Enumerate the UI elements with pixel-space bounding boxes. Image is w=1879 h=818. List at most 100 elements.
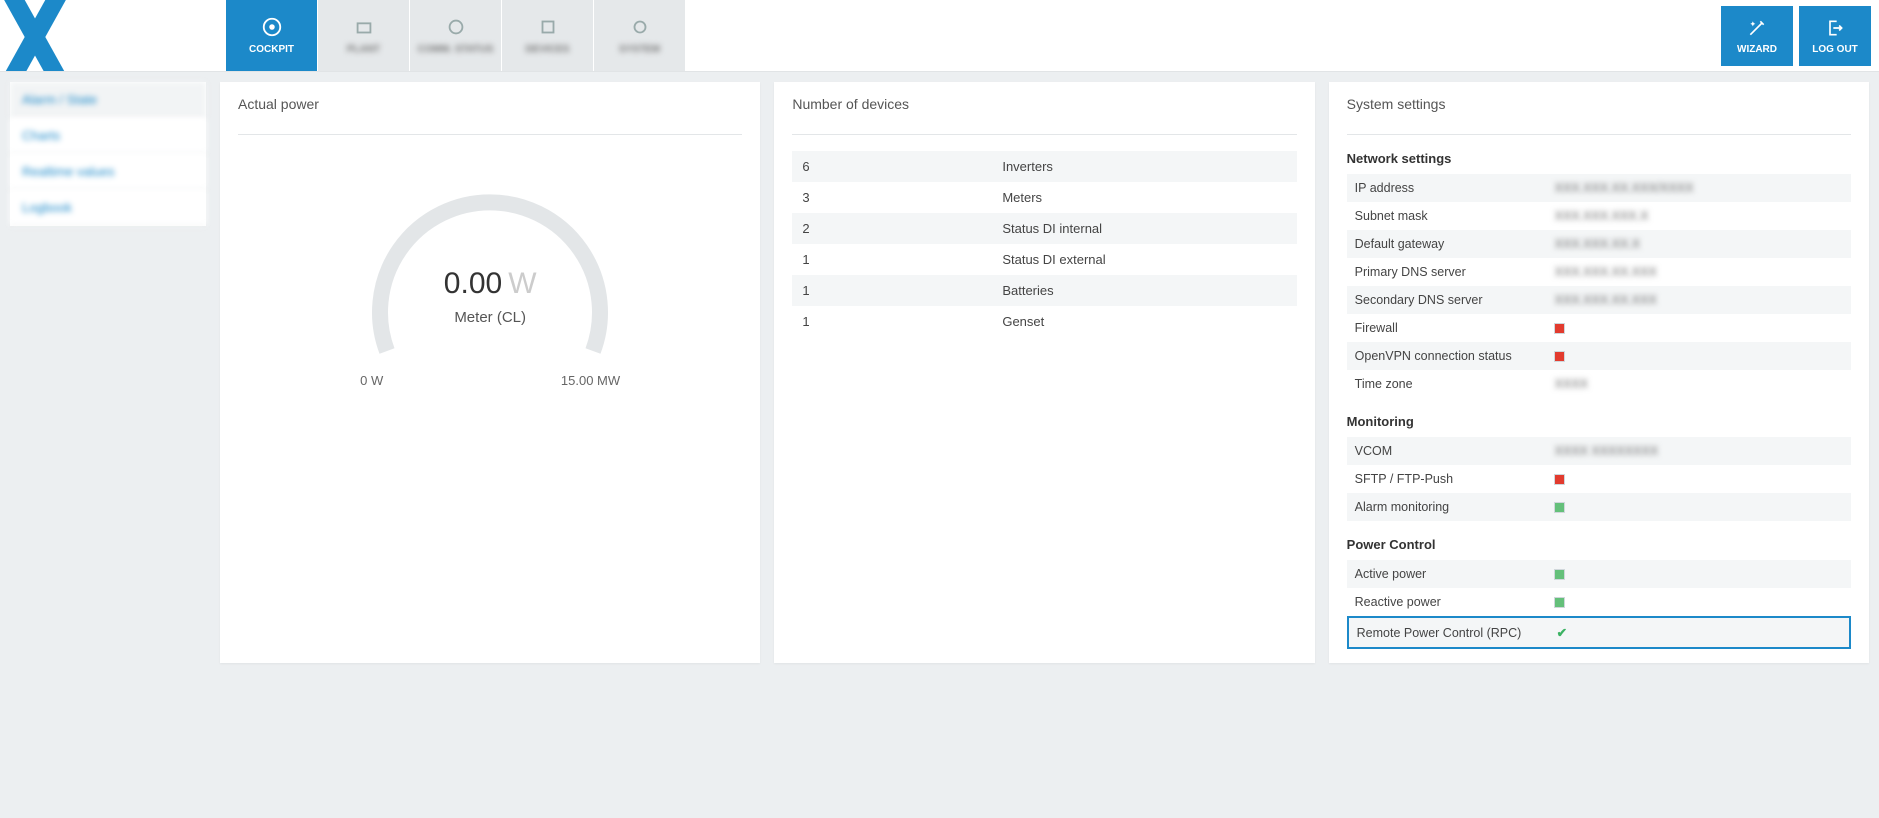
nav-cockpit[interactable]: COCKPIT bbox=[226, 0, 318, 71]
gauge-unit: W bbox=[508, 267, 536, 300]
table-row: 2Status DI internal bbox=[792, 213, 1296, 244]
top-actions: WIZARD LOG OUT bbox=[1721, 0, 1879, 71]
settings-row: Time zoneXXXX bbox=[1347, 370, 1851, 398]
top-bar: COCKPIT PLANT COMM. STATUS DEVICES SYSTE… bbox=[0, 0, 1879, 72]
table-row: 1Batteries bbox=[792, 275, 1296, 306]
status-indicator bbox=[1555, 570, 1564, 579]
settings-label: VCOM bbox=[1355, 444, 1555, 458]
settings-value: XXX.XXX.XX.XXX bbox=[1555, 293, 1657, 307]
settings-label: Time zone bbox=[1355, 377, 1555, 391]
main-layout: Alarm / State Charts Realtime values Log… bbox=[0, 72, 1879, 673]
sidebar-item-charts[interactable]: Charts bbox=[10, 118, 206, 154]
settings-label: Secondary DNS server bbox=[1355, 293, 1555, 307]
settings-value: XXXX bbox=[1555, 377, 1588, 391]
logout-icon bbox=[1825, 18, 1845, 38]
settings-row: Remote Power Control (RPC)✔ bbox=[1347, 616, 1851, 649]
wizard-button[interactable]: WIZARD bbox=[1721, 6, 1793, 66]
power-gauge: 0.00W Meter (CL) bbox=[355, 171, 625, 371]
settings-label: Subnet mask bbox=[1355, 209, 1555, 223]
nav-label: COCKPIT bbox=[249, 44, 294, 55]
settings-label: OpenVPN connection status bbox=[1355, 349, 1555, 363]
device-label: Inverters bbox=[992, 151, 1296, 182]
settings-label: Remote Power Control (RPC) bbox=[1357, 626, 1557, 640]
panel-title: Number of devices bbox=[792, 96, 1296, 124]
status-indicator bbox=[1555, 324, 1564, 333]
settings-row: Subnet maskXXX.XXX.XXX.X bbox=[1347, 202, 1851, 230]
settings-value: XXX.XXX.XX.XXX bbox=[1555, 265, 1657, 279]
wizard-label: WIZARD bbox=[1737, 44, 1777, 55]
status-indicator bbox=[1555, 475, 1564, 484]
nav-label: PLANT bbox=[347, 44, 380, 55]
settings-row: Secondary DNS serverXXX.XXX.XX.XXX bbox=[1347, 286, 1851, 314]
table-row: 1Status DI external bbox=[792, 244, 1296, 275]
settings-row: OpenVPN connection status bbox=[1347, 342, 1851, 370]
settings-label: Active power bbox=[1355, 567, 1555, 581]
device-count: 6 bbox=[792, 151, 992, 182]
settings-value: XXX.XXX.XXX.X bbox=[1555, 209, 1649, 223]
gauge-min: 0 W bbox=[360, 373, 383, 388]
sidebar-item-realtime[interactable]: Realtime values bbox=[10, 154, 206, 190]
logout-button[interactable]: LOG OUT bbox=[1799, 6, 1871, 66]
section-header-network: Network settings bbox=[1347, 151, 1851, 166]
section-header-power: Power Control bbox=[1347, 537, 1851, 552]
nav-devices[interactable]: DEVICES bbox=[502, 0, 594, 71]
table-row: 3Meters bbox=[792, 182, 1296, 213]
gauge-value: 0.00 bbox=[444, 267, 502, 300]
logout-label: LOG OUT bbox=[1812, 44, 1858, 55]
status-indicator bbox=[1555, 352, 1564, 361]
settings-row: VCOMXXXX XXXXXXXX bbox=[1347, 437, 1851, 465]
settings-row: Default gatewayXXX.XXX.XX.X bbox=[1347, 230, 1851, 258]
device-label: Meters bbox=[992, 182, 1296, 213]
settings-label: IP address bbox=[1355, 181, 1555, 195]
device-label: Batteries bbox=[992, 275, 1296, 306]
settings-value: XXXX XXXXXXXX bbox=[1555, 444, 1659, 458]
nav-label: DEVICES bbox=[526, 44, 570, 55]
sidebar: Alarm / State Charts Realtime values Log… bbox=[10, 82, 206, 663]
settings-row: Primary DNS serverXXX.XXX.XX.XXX bbox=[1347, 258, 1851, 286]
top-nav: COCKPIT PLANT COMM. STATUS DEVICES SYSTE… bbox=[226, 0, 686, 71]
wand-icon bbox=[1747, 18, 1767, 38]
nav-label: SYSTEM bbox=[619, 44, 660, 55]
table-row: 6Inverters bbox=[792, 151, 1296, 182]
panel-title: System settings bbox=[1347, 96, 1851, 124]
settings-row: Active power bbox=[1347, 560, 1851, 588]
table-row: 1Genset bbox=[792, 306, 1296, 337]
sidebar-item-logbook[interactable]: Logbook bbox=[10, 190, 206, 226]
panel-title: Actual power bbox=[238, 96, 742, 124]
settings-row: SFTP / FTP-Push bbox=[1347, 465, 1851, 493]
device-label: Genset bbox=[992, 306, 1296, 337]
nav-label: COMM. STATUS bbox=[418, 44, 494, 55]
device-count: 2 bbox=[792, 213, 992, 244]
devices-table: 6Inverters3Meters2Status DI internal1Sta… bbox=[792, 151, 1296, 337]
device-count: 1 bbox=[792, 306, 992, 337]
nav-system[interactable]: SYSTEM bbox=[594, 0, 686, 71]
gauge-subtitle: Meter (CL) bbox=[355, 309, 625, 326]
settings-label: SFTP / FTP-Push bbox=[1355, 472, 1555, 486]
section-header-monitoring: Monitoring bbox=[1347, 414, 1851, 429]
device-count: 1 bbox=[792, 275, 992, 306]
settings-row: Alarm monitoring bbox=[1347, 493, 1851, 521]
settings-label: Primary DNS server bbox=[1355, 265, 1555, 279]
settings-label: Reactive power bbox=[1355, 595, 1555, 609]
app-logo bbox=[0, 0, 90, 71]
settings-value: XXX.XXX.XX.X bbox=[1555, 237, 1640, 251]
device-count: 1 bbox=[792, 244, 992, 275]
settings-label: Default gateway bbox=[1355, 237, 1555, 251]
settings-row: IP addressXXX.XXX.XX.XXX/XXXX bbox=[1347, 174, 1851, 202]
devices-panel: Number of devices 6Inverters3Meters2Stat… bbox=[774, 82, 1314, 663]
settings-label: Firewall bbox=[1355, 321, 1555, 335]
nav-comm[interactable]: COMM. STATUS bbox=[410, 0, 502, 71]
check-icon: ✔ bbox=[1557, 625, 1567, 640]
device-count: 3 bbox=[792, 182, 992, 213]
settings-value: XXX.XXX.XX.XXX/XXXX bbox=[1555, 181, 1694, 195]
status-indicator bbox=[1555, 503, 1564, 512]
sidebar-item-alarm[interactable]: Alarm / State bbox=[10, 82, 206, 118]
system-settings-panel: System settings Network settings IP addr… bbox=[1329, 82, 1869, 663]
nav-plant[interactable]: PLANT bbox=[318, 0, 410, 71]
status-indicator bbox=[1555, 598, 1564, 607]
device-label: Status DI external bbox=[992, 244, 1296, 275]
settings-row: Reactive power bbox=[1347, 588, 1851, 616]
settings-label: Alarm monitoring bbox=[1355, 500, 1555, 514]
device-label: Status DI internal bbox=[992, 213, 1296, 244]
settings-row: Firewall bbox=[1347, 314, 1851, 342]
